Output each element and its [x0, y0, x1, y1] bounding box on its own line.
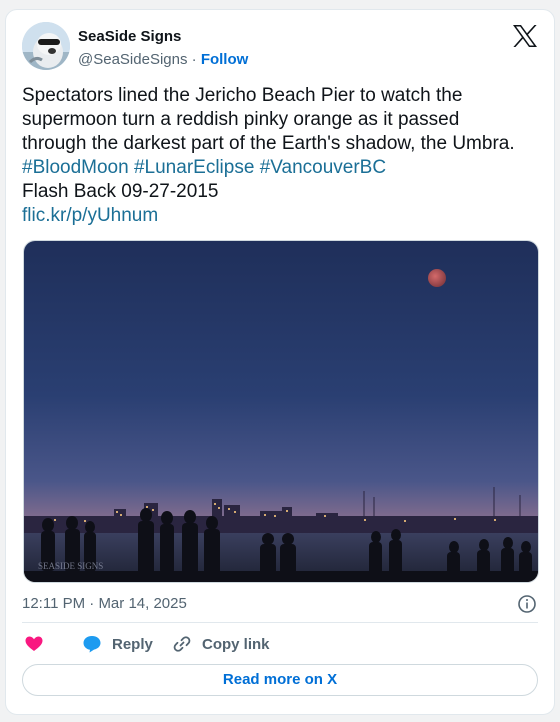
link-icon — [173, 636, 191, 652]
tweet-text: Spectators lined the Jericho Beach Pier … — [22, 84, 522, 228]
tweet-header: SeaSide Signs @SeaSideSigns · Follow — [22, 22, 538, 72]
tweet-text-main: Spectators lined the Jericho Beach Pier … — [22, 85, 515, 154]
copy-link-button[interactable]: Copy link — [172, 630, 270, 658]
reply-label: Reply — [112, 635, 153, 653]
avatar[interactable] — [22, 22, 70, 70]
read-more-button[interactable]: Read more on X — [22, 664, 538, 696]
heart-icon — [25, 636, 43, 651]
display-name[interactable]: SeaSide Signs — [78, 28, 248, 46]
tweet-date[interactable]: Mar 14, 2025 — [98, 595, 186, 612]
divider — [22, 622, 538, 623]
author-names: SeaSide Signs @SeaSideSigns · Follow — [78, 28, 248, 70]
copy-link-label: Copy link — [202, 635, 270, 653]
info-icon[interactable] — [516, 593, 538, 615]
reply-bubble-icon — [83, 636, 101, 653]
hashtag-lunareclipse[interactable]: #LunarEclipse — [134, 157, 254, 178]
tweet-time[interactable]: 12:11 PM — [22, 595, 85, 612]
handle[interactable]: @SeaSideSigns — [78, 51, 187, 68]
seal-avatar-icon — [22, 22, 70, 70]
meta-separator: · — [85, 595, 99, 612]
x-logo-icon[interactable] — [512, 24, 538, 48]
hashtag-vancouverbc[interactable]: #VancouverBC — [260, 157, 386, 178]
hashtag-bloodmoon[interactable]: #BloodMoon — [22, 157, 129, 178]
tweet-photo[interactable]: SEASIDE SIGNS — [23, 240, 539, 583]
follow-button[interactable]: Follow — [201, 51, 249, 68]
handle-row: @SeaSideSigns · Follow — [78, 50, 248, 70]
tweet-card: SeaSide Signs @SeaSideSigns · Follow Spe… — [5, 9, 555, 715]
blood-moon — [428, 269, 446, 287]
tweet-text-flashback: Flash Back 09-27-2015 — [22, 181, 219, 202]
handle-separator: · — [187, 51, 201, 68]
like-button[interactable] — [24, 630, 54, 658]
tweet-actions: Reply Copy link — [22, 630, 538, 658]
reply-button[interactable]: Reply — [82, 630, 153, 658]
tweet-link[interactable]: flic.kr/p/yUhnum — [22, 205, 158, 226]
tweet-meta: 12:11 PM · Mar 14, 2025 — [22, 593, 538, 615]
photo-watermark: SEASIDE SIGNS — [38, 561, 103, 571]
